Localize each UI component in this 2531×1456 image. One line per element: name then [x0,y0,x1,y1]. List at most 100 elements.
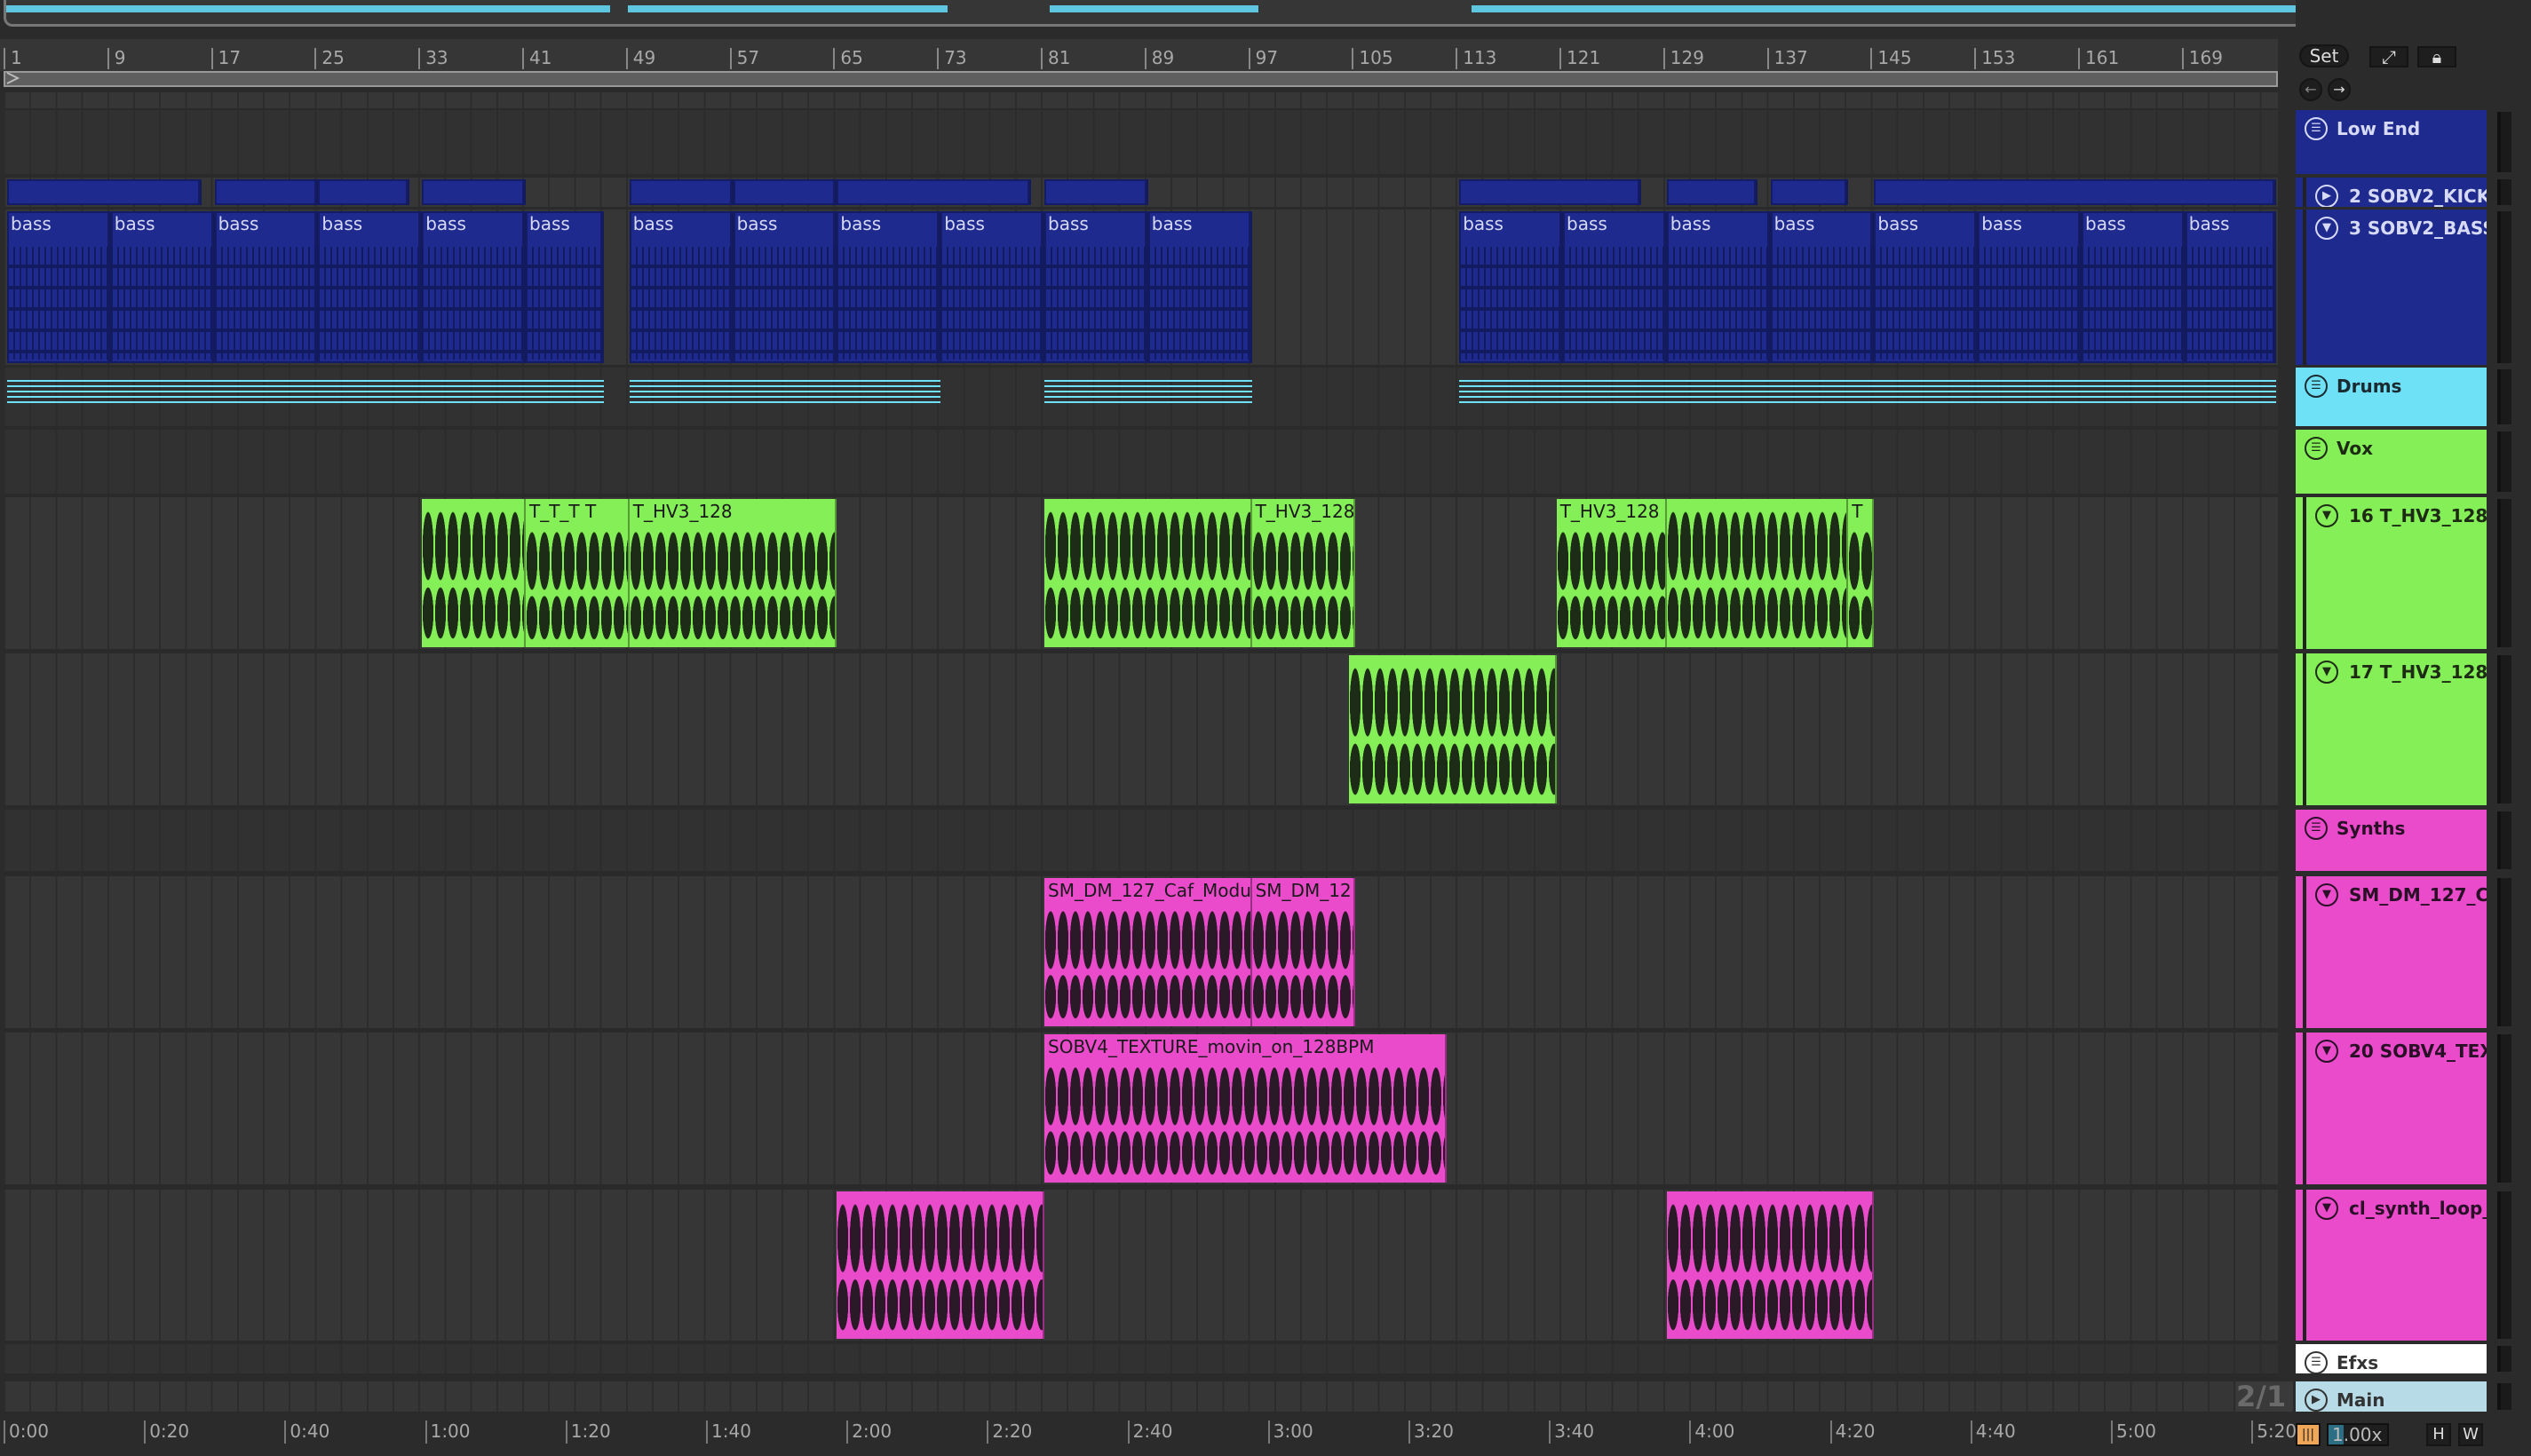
track-lane-kick[interactable] [4,178,2278,207]
arrangement-view[interactable]: bass bass bass bass bass bass bass bass bass bass… [4,89,2278,1413]
waveform-toggle-icon[interactable]: ||| [2296,1423,2321,1446]
track-header-cl[interactable]: ▼ cl_synth_loop_ [2296,1190,2487,1341]
clip[interactable] [837,1191,1044,1339]
clip[interactable] [422,499,526,647]
clip[interactable]: bass [1978,211,2082,363]
collapse-icon[interactable]: ▼ [2315,504,2338,527]
track-header-synths[interactable]: ☰ Synths [2296,810,2487,871]
clip[interactable] [733,179,837,205]
clip[interactable] [1044,179,1148,205]
track-lane[interactable] [4,92,2278,108]
track-lane-smdm[interactable]: SM_DM_127_Caf_Modu SM_DM_12 [4,876,2278,1028]
clip[interactable]: bass [110,211,215,363]
h-button[interactable]: H [2426,1423,2451,1446]
clip[interactable]: SM_DM_12 [1251,878,1356,1026]
clip[interactable]: T_HV3_128 [1556,499,1667,647]
track-lane-drums[interactable] [4,368,2278,426]
collapse-icon[interactable]: ▼ [2315,217,2338,240]
clip[interactable] [629,179,734,205]
track-header-main[interactable]: ▶ Main [2296,1381,2487,1412]
track-lane-efxs[interactable] [4,1344,2278,1373]
clip[interactable]: bass [1874,211,1979,363]
clip[interactable] [1666,179,1757,205]
clip[interactable]: T [1848,499,1875,647]
clip[interactable] [629,380,941,407]
clip[interactable]: bass [318,211,423,363]
clip[interactable]: bass [1044,211,1148,363]
track-lane-low-end[interactable] [4,110,2278,174]
w-button[interactable]: W [2458,1423,2483,1446]
clip[interactable]: bass [1666,211,1771,363]
track-lane-sobv4[interactable]: SOBV4_TEXTURE_movin_on_128BPM [4,1033,2278,1184]
clip[interactable] [837,179,1032,205]
forward-arrow-icon[interactable]: → [2328,78,2351,101]
group-icon[interactable]: ☰ [2305,437,2328,460]
track-header-smdm[interactable]: ▼ SM_DM_127_C [2296,876,2487,1028]
clip[interactable] [7,380,604,407]
clip[interactable] [1874,179,2276,205]
track-header-efxs[interactable]: ☰ Efxs [2296,1344,2487,1373]
clip[interactable]: bass [629,211,734,363]
clip[interactable] [1666,499,1849,647]
track-lane-cl[interactable] [4,1190,2278,1341]
clip[interactable]: bass [2185,211,2276,363]
clip[interactable]: bass [837,211,941,363]
clip[interactable]: bass [526,211,604,363]
clip[interactable]: bass [422,211,526,363]
time-ruler[interactable]: 0:00 0:20 0:40 1:00 1:20 1:40 2:00 2:20 2:40 3:00… [0,1415,2297,1451]
group-icon[interactable]: ☰ [2305,117,2328,140]
clip[interactable]: bass [1770,211,1875,363]
track-lane-bass[interactable]: bass bass bass bass bass bass bass bass bass bass… [4,210,2278,365]
track-header-bass[interactable]: ▼ 3 SOBV2_BASS_ [2296,210,2487,365]
track-header-v17[interactable]: ▼ 17 T_HV3_128_ [2296,653,2487,805]
track-lane-synths[interactable] [4,810,2278,871]
track-lane-v17[interactable] [4,653,2278,805]
clip[interactable] [1459,179,1641,205]
track-lane-vox[interactable] [4,430,2278,494]
clip[interactable]: T_T_T T [526,499,630,647]
clip[interactable] [318,179,409,205]
clip[interactable]: bass [940,211,1044,363]
clip[interactable] [1349,655,1557,803]
clip[interactable] [422,179,526,205]
clip[interactable]: bass [1459,211,1563,363]
track-lane-main[interactable] [4,1381,2278,1412]
track-lane-v16[interactable]: T_T_T T T_HV3_128 T_HV3_128 T_HV3_128 T [4,497,2278,649]
clip[interactable] [214,179,319,205]
clip[interactable]: bass [7,211,111,363]
clip[interactable]: bass [1147,211,1252,363]
clip[interactable] [1044,499,1252,647]
group-icon[interactable]: ☰ [2305,817,2328,840]
clip[interactable] [1044,380,1252,407]
clip[interactable]: bass [733,211,837,363]
group-icon[interactable]: ☰ [2305,1351,2328,1373]
bar-ruler[interactable]: 1 9 17 25 33 41 49 57 65 73 81 89 97 105 113 121 129 137 1… [0,39,2278,71]
zoom-field[interactable]: 1.00x [2327,1423,2389,1446]
track-header-sobv4[interactable]: ▼ 20 SOBV4_TEXT [2296,1033,2487,1184]
back-arrow-icon[interactable]: ← [2299,78,2322,101]
collapse-icon[interactable]: ▼ [2315,661,2338,684]
track-header-v16[interactable]: ▼ 16 T_HV3_128_ [2296,497,2487,649]
clip[interactable] [7,179,202,205]
clip[interactable]: T_HV3_128 [629,499,837,647]
clip[interactable]: SOBV4_TEXTURE_movin_on_128BPM [1044,1034,1447,1183]
overview-strip[interactable] [4,0,2306,27]
loop-bar[interactable] [4,71,2278,87]
play-icon[interactable]: ▶ [2315,185,2338,207]
lock-icon[interactable]: 🔒︎ [2417,46,2456,67]
clip[interactable] [1459,380,2276,407]
clip[interactable]: T_HV3_128 [1251,499,1356,647]
track-header-vox[interactable]: ☰ Vox [2296,430,2487,494]
track-header-low-end[interactable]: ☰ Low End [2296,110,2487,174]
collapse-icon[interactable]: ▼ [2315,883,2338,906]
clip[interactable] [1770,179,1849,205]
clip[interactable]: bass [1563,211,1667,363]
clip[interactable]: SM_DM_127_Caf_Modu [1044,878,1252,1026]
clip[interactable]: bass [214,211,319,363]
play-icon[interactable]: ▶ [2305,1389,2328,1412]
group-icon[interactable]: ☰ [2305,375,2328,398]
set-button[interactable]: Set [2299,44,2349,67]
track-header-drums[interactable]: ☰ Drums [2296,368,2487,426]
clip[interactable] [1666,1191,1875,1339]
collapse-icon[interactable]: ▼ [2315,1040,2338,1063]
